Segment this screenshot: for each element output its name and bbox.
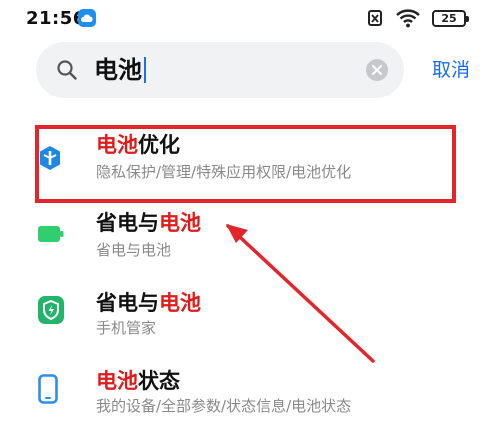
clear-search-icon[interactable] bbox=[366, 59, 388, 81]
search-bar[interactable]: 电池 bbox=[36, 42, 404, 98]
result-subtitle: 省电与电池 bbox=[96, 241, 172, 259]
cancel-button[interactable]: 取消 bbox=[432, 58, 470, 82]
status-time: 21:56 bbox=[26, 8, 86, 29]
result-item-power-battery[interactable]: 省电与电池 省电与电池 bbox=[0, 206, 500, 286]
result-title: 电池优化 bbox=[96, 131, 180, 159]
security-shield-icon bbox=[38, 296, 64, 328]
result-title: 省电与电池 bbox=[96, 289, 201, 317]
text-cursor bbox=[144, 57, 146, 83]
title-plain: 省电与 bbox=[96, 211, 159, 235]
result-item-battery-status[interactable]: 电池状态 我的设备/全部参数/状态信息/电池状态 bbox=[0, 364, 500, 444]
wifi-icon bbox=[396, 9, 420, 32]
cloud-icon bbox=[78, 9, 96, 27]
phone-icon bbox=[38, 374, 58, 408]
search-input[interactable]: 电池 bbox=[94, 54, 146, 86]
result-subtitle: 隐私保护/管理/特殊应用权限/电池优化 bbox=[96, 163, 352, 181]
title-rest: 优化 bbox=[138, 133, 180, 157]
result-item-phone-manager[interactable]: 省电与电池 手机管家 bbox=[0, 286, 500, 366]
no-sim-icon bbox=[368, 10, 382, 26]
status-icons: 25 bbox=[326, 9, 469, 32]
search-icon bbox=[56, 59, 78, 85]
result-subtitle: 我的设备/全部参数/状态信息/电池状态 bbox=[96, 397, 352, 415]
title-highlight: 电池 bbox=[159, 291, 201, 315]
search-query: 电池 bbox=[94, 56, 142, 84]
battery-status-icon: 25 bbox=[432, 10, 469, 27]
title-rest: 状态 bbox=[138, 369, 180, 393]
result-item-battery-optimization[interactable]: 电池优化 隐私保护/管理/特殊应用权限/电池优化 bbox=[0, 126, 500, 206]
title-highlight: 电池 bbox=[96, 369, 138, 393]
shield-hexagon-icon bbox=[38, 145, 62, 175]
title-highlight: 电池 bbox=[159, 211, 201, 235]
title-plain: 省电与 bbox=[96, 291, 159, 315]
result-title: 电池状态 bbox=[96, 367, 180, 395]
battery-level: 25 bbox=[441, 12, 457, 25]
title-highlight: 电池 bbox=[96, 133, 138, 157]
battery-icon bbox=[38, 226, 64, 246]
result-subtitle: 手机管家 bbox=[96, 319, 157, 337]
result-title: 省电与电池 bbox=[96, 209, 201, 237]
status-bar: 21:56 25 bbox=[0, 0, 500, 36]
